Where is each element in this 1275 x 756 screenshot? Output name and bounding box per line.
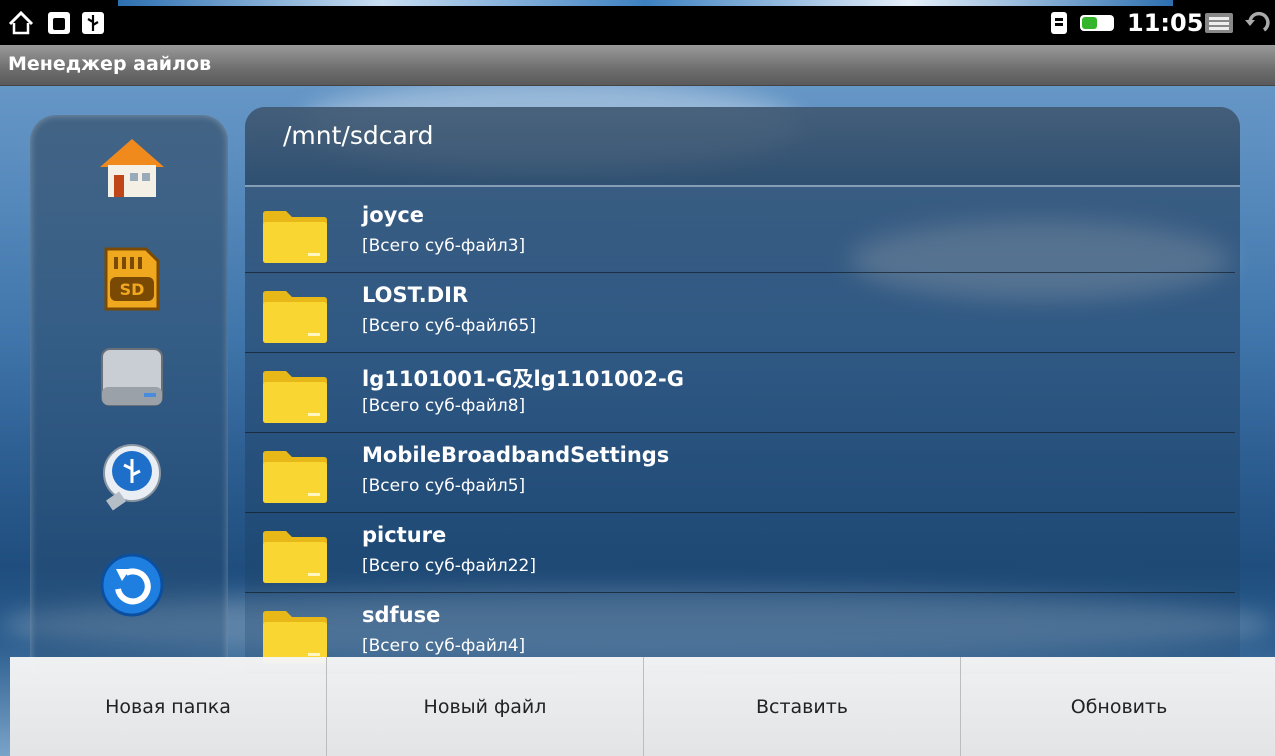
back-icon[interactable] bbox=[1242, 10, 1272, 36]
title-bar: Менеджер аайлов bbox=[0, 45, 1275, 86]
file-name: lg1101001-G及lg1101002-G bbox=[362, 367, 684, 391]
paste-button[interactable]: Вставить bbox=[644, 657, 961, 756]
refresh-button[interactable]: Обновить bbox=[961, 657, 1275, 756]
file-subcount: [Всего суб-файл5] bbox=[362, 476, 526, 496]
folder-icon bbox=[263, 611, 327, 663]
folder-icon bbox=[263, 291, 327, 343]
status-time: 11:05 bbox=[1127, 9, 1204, 37]
file-name: MobileBroadbandSettings bbox=[362, 443, 670, 467]
hard-drive-icon[interactable] bbox=[96, 341, 168, 413]
wallpaper-strip bbox=[118, 0, 1173, 6]
android-debug-icon bbox=[48, 12, 70, 34]
back-arrow-icon[interactable] bbox=[96, 549, 168, 621]
home-icon[interactable] bbox=[96, 133, 168, 205]
file-name: sdfuse bbox=[362, 603, 441, 627]
sd-card-icon[interactable]: SD bbox=[96, 243, 168, 315]
app-title: Менеджер аайлов bbox=[8, 53, 212, 75]
file-name: LOST.DIR bbox=[362, 283, 469, 307]
file-list-item[interactable]: lg1101001-G及lg1101002-G [Всего суб-файл8] bbox=[245, 352, 1235, 433]
file-list-item[interactable]: MobileBroadbandSettings [Всего суб-файл5] bbox=[245, 432, 1235, 513]
menu-icon[interactable] bbox=[1203, 10, 1235, 36]
file-subcount: [Всего суб-файл4] bbox=[362, 636, 526, 656]
file-name: picture bbox=[362, 523, 447, 547]
folder-icon bbox=[263, 451, 327, 503]
current-path: /mnt/sdcard bbox=[283, 121, 434, 150]
new-file-button[interactable]: Новый файл bbox=[327, 657, 644, 756]
file-name: joyce bbox=[362, 203, 425, 227]
folder-icon bbox=[263, 531, 327, 583]
file-subcount: [Всего суб-файл22] bbox=[362, 556, 536, 576]
status-bar: 11:05 bbox=[0, 0, 1275, 45]
file-list-item[interactable]: joyce [Всего суб-файл3] bbox=[245, 192, 1235, 273]
storage-sidebar: SD bbox=[30, 115, 228, 675]
usb-icon bbox=[82, 12, 104, 34]
usb-drive-icon[interactable] bbox=[96, 441, 168, 513]
file-list-panel: /mnt/sdcard joyce [Всего суб-файл3] LOST.D… bbox=[245, 107, 1240, 677]
options-menu: Новая папка Новый файл Вставить Обновить bbox=[10, 657, 1275, 756]
home-icon[interactable] bbox=[8, 10, 34, 36]
svg-text:SD: SD bbox=[120, 280, 145, 299]
folder-icon bbox=[263, 211, 327, 263]
folder-icon bbox=[263, 371, 327, 423]
new-folder-button[interactable]: Новая папка bbox=[10, 657, 327, 756]
file-subcount: [Всего суб-файл8] bbox=[362, 396, 526, 416]
file-list-item[interactable]: picture [Всего суб-файл22] bbox=[245, 512, 1235, 593]
path-bar: /mnt/sdcard bbox=[245, 107, 1240, 187]
file-list-item[interactable]: LOST.DIR [Всего суб-файл65] bbox=[245, 272, 1235, 353]
battery-icon bbox=[1080, 15, 1114, 31]
file-subcount: [Всего суб-файл65] bbox=[362, 316, 536, 336]
file-subcount: [Всего суб-файл3] bbox=[362, 236, 526, 256]
sim-card-icon bbox=[1051, 12, 1067, 34]
